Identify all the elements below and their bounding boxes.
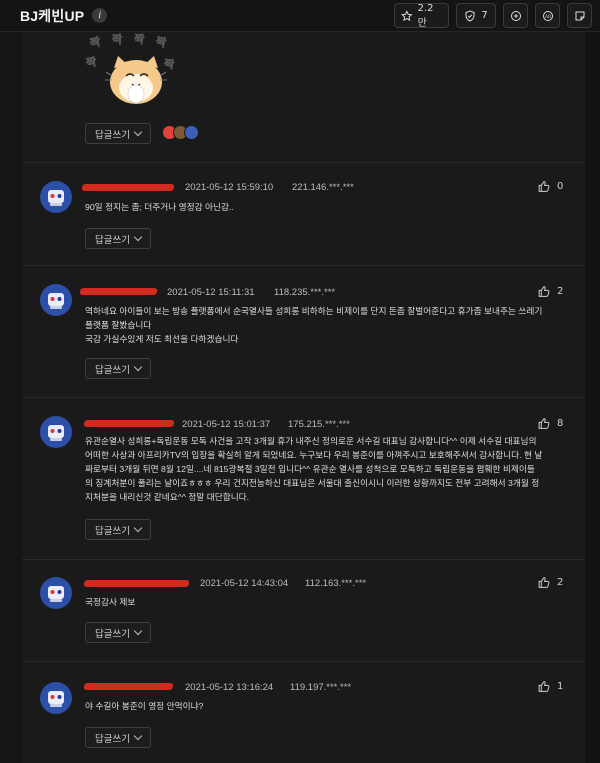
page-title: BJ케빈UP (20, 7, 85, 24)
thumbs-up-icon (538, 681, 550, 692)
adballoon-button[interactable]: AD (535, 3, 560, 28)
comment-text: 유관순열사 성희롱+독립운동 모독 사건을 고작 3개월 휴가 내주신 정의로운… (85, 436, 543, 502)
fan-badge-button[interactable]: 7 (456, 3, 496, 28)
svg-text:AD: AD (545, 13, 551, 18)
favorite-count: 2.2만 (417, 2, 434, 29)
fan-badge-count: 7 (481, 10, 488, 21)
memo-button[interactable] (567, 3, 592, 28)
star-icon (401, 9, 413, 21)
thumbs-up-icon (538, 418, 550, 429)
thumbs-up-icon (538, 181, 550, 192)
reply-button[interactable]: 답글쓰기 (85, 228, 151, 249)
user-avatar (40, 577, 72, 609)
redacted-username (79, 288, 158, 295)
thumbs-up-icon (538, 286, 550, 297)
divider (22, 559, 585, 560)
redacted-username (83, 420, 175, 427)
comment-ip: 221.146.***.*** (292, 182, 354, 193)
svg-text:짝: 짝 (85, 54, 97, 69)
chevron-down-icon (133, 731, 143, 741)
user-avatar (40, 682, 72, 714)
shield-badge-icon (465, 9, 475, 22)
redacted-username (83, 683, 174, 690)
thumbs-up-icon (538, 577, 550, 588)
reply-button[interactable]: 답글쓰기 (85, 622, 151, 643)
like-count: 2 (557, 286, 564, 297)
redacted-username (81, 184, 175, 191)
svg-text:짝: 짝 (155, 34, 168, 50)
adballoon-icon: AD (542, 10, 553, 21)
comment-text: 국정감사 제보 (85, 597, 136, 607)
svg-text:짝: 짝 (133, 32, 145, 46)
favorite-button[interactable]: 2.2만 (394, 2, 449, 29)
clapping-cat-sticker: 짝 짝 짝 짝 짝 짝 (85, 32, 175, 104)
info-icon[interactable]: i (92, 8, 108, 23)
divider (22, 162, 585, 163)
user-avatar (40, 181, 72, 213)
like-count: 1 (557, 681, 564, 692)
user-avatar (40, 284, 72, 316)
svg-text:짝: 짝 (89, 34, 101, 50)
avatar (184, 125, 199, 140)
gift-button[interactable] (503, 3, 528, 28)
reply-button[interactable]: 답글쓰기 (85, 519, 151, 540)
comment-ip: 119.197.***.*** (290, 682, 352, 693)
comment-ip: 118.235.***.*** (274, 287, 336, 298)
comment-date: 2021-05-12 15:11:31 (167, 287, 255, 298)
gift-icon (510, 10, 521, 21)
like-button[interactable]: 1 (537, 680, 563, 693)
comment-text: 역하네요 아이들이 보는 방송 플랫폼에서 순국열사들 성희롱 비하하는 비제이… (85, 306, 543, 344)
reply-label: 답글쓰기 (95, 129, 130, 141)
like-button[interactable]: 0 (537, 180, 563, 193)
chevron-down-icon (133, 626, 143, 636)
comment-text: 90일 정지는 좀; 더주거나 영정감 아닌감.. (85, 202, 234, 212)
like-count: 2 (557, 577, 564, 588)
reply-button[interactable]: 답글쓰기 (85, 727, 151, 748)
like-button[interactable]: 2 (537, 285, 563, 298)
header-bar: BJ케빈UP i 2.2만 7 AD (0, 0, 600, 32)
divider (22, 661, 585, 662)
svg-text:짝: 짝 (163, 56, 175, 71)
reply-label: 답글쓰기 (95, 628, 130, 640)
chevron-down-icon (133, 362, 143, 372)
reply-label: 답글쓰기 (95, 733, 130, 745)
comment-ip: 175.215.***.*** (288, 419, 350, 430)
reply-label: 답글쓰기 (95, 364, 130, 376)
reply-avatars (162, 125, 199, 140)
chevron-down-icon (133, 232, 143, 242)
chevron-down-icon (133, 523, 143, 533)
comment-date: 2021-05-12 13:16:24 (185, 682, 274, 693)
reply-button[interactable]: 답글쓰기 (85, 358, 151, 379)
comment-date: 2021-05-12 15:59:10 (185, 182, 274, 193)
comment-date: 2021-05-12 15:01:37 (182, 419, 271, 430)
chevron-down-icon (133, 127, 143, 137)
comments-panel: 짝 짝 짝 짝 짝 짝 답글쓰기 2021-05-12 15:59:10 221… (22, 32, 585, 763)
like-button[interactable]: 8 (537, 417, 563, 430)
like-count: 8 (557, 418, 564, 429)
like-button[interactable]: 2 (537, 576, 563, 589)
comment-ip: 112.163.***.*** (305, 578, 367, 589)
header-actions: 2.2만 7 AD (394, 2, 592, 29)
reply-label: 답글쓰기 (95, 234, 130, 246)
scroll-gutter (585, 32, 600, 763)
comment-date: 2021-05-12 14:43:04 (200, 578, 289, 589)
memo-icon (575, 11, 584, 20)
divider (22, 265, 585, 266)
like-count: 0 (557, 181, 564, 192)
comment-page: BJ케빈UP i 2.2만 7 AD 짝 짝 짝 짝 짝 짝 답글쓰기 2021… (0, 0, 600, 763)
divider (22, 397, 585, 398)
reply-button[interactable]: 답글쓰기 (85, 123, 151, 144)
user-avatar (40, 416, 72, 448)
comment-text: 야 수길아 봉준이 영정 안먹이냐? (85, 701, 204, 711)
reply-label: 답글쓰기 (95, 525, 130, 537)
svg-text:짝: 짝 (112, 32, 122, 46)
redacted-username (83, 580, 190, 587)
